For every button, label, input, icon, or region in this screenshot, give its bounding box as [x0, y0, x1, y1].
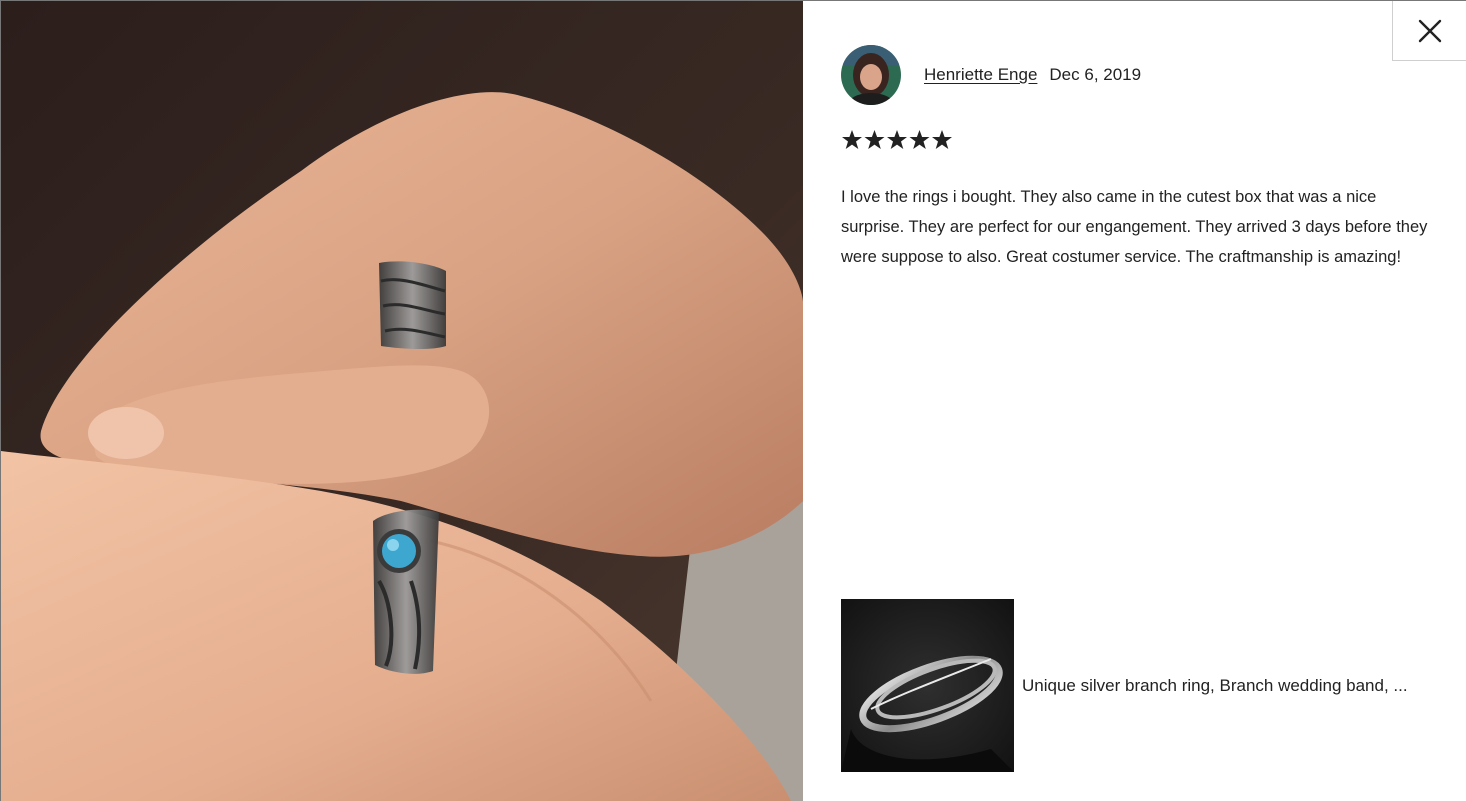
avatar-image: [841, 45, 901, 105]
star-icon: [887, 130, 907, 149]
star-rating-icons: [842, 130, 952, 149]
review-details-panel: Henriette Enge Dec 6, 2019 I love the ri…: [803, 1, 1466, 801]
item-thumbnail-image: [841, 599, 1014, 772]
review-modal: Henriette Enge Dec 6, 2019 I love the ri…: [0, 0, 1466, 801]
reviewed-item-link[interactable]: Unique silver branch ring, Branch weddin…: [841, 599, 1408, 772]
review-photo: [1, 1, 803, 801]
review-date: Dec 6, 2019: [1049, 65, 1142, 84]
item-thumbnail[interactable]: [841, 599, 1014, 772]
close-icon: [1418, 19, 1441, 42]
item-title[interactable]: Unique silver branch ring, Branch weddin…: [1022, 676, 1408, 696]
reviewer-avatar[interactable]: [841, 45, 901, 105]
reviewer-header: Henriette Enge Dec 6, 2019: [841, 45, 1141, 105]
star-icon: [864, 130, 885, 149]
star-icon: [842, 130, 862, 149]
star-icon: [909, 130, 930, 149]
reviewer-name-link[interactable]: Henriette Enge: [924, 65, 1037, 85]
review-text: I love the rings i bought. They also cam…: [841, 187, 1428, 266]
star-icon: [932, 130, 952, 149]
star-rating: [841, 129, 953, 151]
close-button[interactable]: [1392, 1, 1466, 61]
bottom-ring-graphic: [373, 509, 439, 674]
top-ring-graphic: [379, 261, 446, 350]
review-photo-image: [1, 1, 803, 801]
